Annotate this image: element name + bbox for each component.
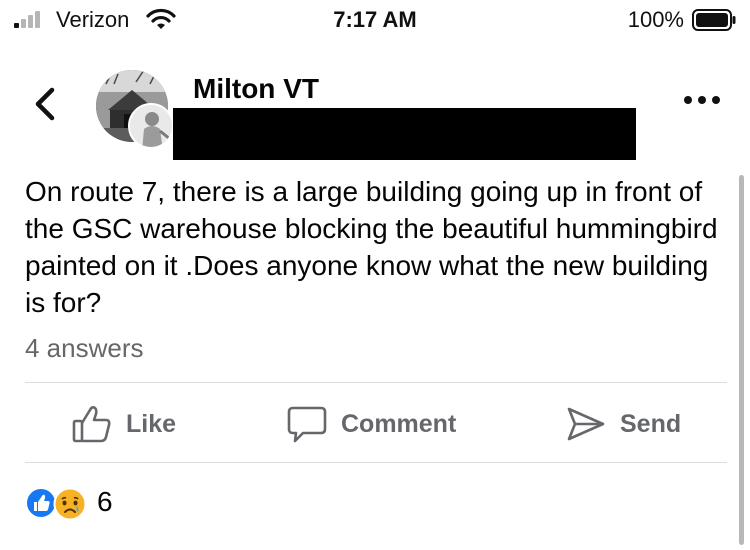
scrollbar[interactable] — [739, 175, 744, 545]
divider — [25, 462, 727, 463]
answers-count-link[interactable]: 4 answers — [25, 333, 144, 364]
user-photo — [130, 105, 172, 147]
send-icon — [567, 407, 605, 441]
send-button[interactable]: Send — [566, 395, 681, 453]
battery-percentage: 100% — [627, 7, 684, 32]
comment-button[interactable]: Comment — [287, 395, 456, 453]
thumbs-up-icon — [72, 406, 111, 443]
post-text: On route 7, there is a large building go… — [25, 176, 718, 318]
reaction-count: 6 — [97, 486, 113, 517]
like-button[interactable]: Like — [72, 395, 176, 453]
more-options-icon[interactable] — [684, 96, 720, 108]
action-bar: Like Comment Send — [0, 395, 750, 453]
reactions-summary[interactable]: 6 — [25, 484, 225, 524]
divider — [25, 382, 727, 383]
group-name[interactable]: Milton VT — [193, 73, 319, 105]
status-bar: Verizon 7:17 AM 100% — [0, 0, 750, 40]
send-label: Send — [620, 409, 682, 438]
sad-reaction-icon — [53, 487, 87, 521]
redacted-author-name — [173, 108, 636, 160]
chevron-left-icon[interactable] — [30, 86, 60, 122]
battery-icon — [692, 9, 736, 31]
comment-label: Comment — [341, 409, 457, 438]
comment-bubble-icon — [287, 406, 327, 443]
user-avatar[interactable] — [128, 103, 174, 149]
like-label: Like — [126, 409, 177, 438]
